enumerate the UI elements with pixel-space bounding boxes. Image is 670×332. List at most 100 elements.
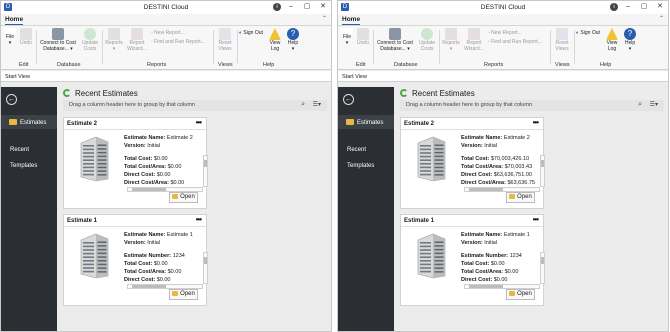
field-label: Estimate Name: — [124, 135, 166, 141]
update-costs-button[interactable]: Update Costs — [79, 28, 101, 52]
field-label: Total Cost/Area: — [124, 164, 167, 170]
reset-views-button[interactable]: Reset Views — [214, 28, 236, 52]
undo-button[interactable]: Undo — [17, 28, 35, 47]
vertical-scrollbar[interactable] — [203, 252, 208, 284]
field-value: $63,636.75 — [507, 180, 535, 186]
connect-database-button[interactable]: Connect to Cost Database... ▾ — [374, 28, 416, 52]
tab-home[interactable]: Home — [342, 16, 361, 25]
vertical-scrollbar[interactable] — [540, 252, 545, 284]
tab-home[interactable]: Home — [5, 16, 24, 25]
main-panel: Recent Estimates Drag a column header he… — [396, 87, 668, 331]
nav-estimates[interactable]: Estimates — [9, 119, 46, 126]
find-run-report-button[interactable]: ▫ Find and Run Report... — [488, 39, 542, 45]
report-wizard-button[interactable]: Report Wizard... — [125, 28, 149, 52]
group-by-bar[interactable]: Drag a column header here to group by th… — [63, 100, 327, 111]
view-log-button[interactable]: View Log — [604, 28, 620, 52]
card-menu-button[interactable]: ••• — [533, 215, 539, 224]
back-arrow-icon[interactable]: ← — [6, 94, 17, 105]
view-options-icon[interactable]: ☰▾ — [650, 101, 658, 108]
open-button[interactable]: Open — [506, 289, 535, 300]
field-label: Estimate Number: — [461, 253, 509, 259]
report-wizard-button[interactable]: Report Wizard... — [462, 28, 486, 52]
nav-estimates[interactable]: Estimates — [346, 119, 383, 126]
nav-recent[interactable]: Recent — [10, 147, 29, 153]
nav-recent[interactable]: Recent — [347, 147, 366, 153]
field-label: Estimate Number: — [124, 253, 172, 259]
maximize-button[interactable]: ▢ — [301, 2, 313, 12]
field-value: Initial — [147, 143, 161, 149]
refresh-icon[interactable] — [400, 89, 408, 97]
ribbon: File ▾ Undo Connect to Cost Database... ▾… — [338, 26, 668, 70]
minimize-button[interactable]: – — [285, 2, 297, 12]
new-report-button[interactable]: ▫ New Report... — [488, 30, 522, 36]
minimize-button[interactable]: – — [622, 2, 634, 12]
folder-icon — [172, 194, 179, 199]
title-bar: D DESTINI Cloud i – ▢ ✕ — [1, 1, 331, 14]
field-label: Version: — [461, 143, 483, 149]
card-menu-button[interactable]: ••• — [196, 215, 202, 224]
reports-button[interactable]: Reports ▾ — [103, 28, 125, 52]
vertical-scrollbar[interactable] — [540, 155, 545, 187]
collapse-ribbon-icon[interactable]: ⌃ — [322, 15, 327, 22]
group-hint: Drag a column header here to group by th… — [406, 102, 532, 108]
field-value: $0.00 — [167, 164, 182, 170]
group-by-bar[interactable]: Drag a column header here to group by th… — [400, 100, 664, 111]
card-title: Estimate 1 — [67, 218, 98, 224]
sign-out-button[interactable]: ◐ Sign Out — [576, 30, 600, 36]
field-label: Direct Cost/Area: — [124, 180, 169, 186]
open-button[interactable]: Open — [506, 192, 535, 203]
close-button[interactable]: ✕ — [654, 2, 666, 12]
estimate-card[interactable]: Estimate 2 ••• Estimate Name: Estimate 2… — [63, 117, 208, 209]
help-button[interactable]: ? Help ▾ — [285, 28, 301, 52]
search-icon[interactable]: ⌕ — [301, 101, 305, 109]
building-icon — [417, 136, 446, 182]
connect-database-button[interactable]: Connect to Cost Database... ▾ — [37, 28, 79, 52]
vertical-scrollbar[interactable] — [203, 155, 208, 187]
field-label: Version: — [124, 143, 146, 149]
new-report-button[interactable]: ▫ New Report... — [151, 30, 185, 36]
open-button[interactable]: Open — [169, 289, 198, 300]
reset-views-button[interactable]: Reset Views — [551, 28, 573, 52]
estimate-card[interactable]: Estimate 1 ••• Estimate Name: Estimate 1… — [400, 214, 545, 306]
divider — [64, 129, 206, 130]
group-edit-label: Edit — [356, 62, 366, 68]
card-menu-button[interactable]: ••• — [533, 118, 539, 127]
estimate-card[interactable]: Estimate 1 ••• Estimate Name: Estimate 1… — [63, 214, 208, 306]
field-value: $0.00 — [170, 180, 185, 186]
recent-estimates-header: Recent Estimates — [400, 89, 475, 98]
field-value: $70,003,426.10 — [490, 156, 530, 162]
undo-button[interactable]: Undo — [354, 28, 372, 47]
close-button[interactable]: ✕ — [317, 2, 329, 12]
group-hint: Drag a column header here to group by th… — [69, 102, 195, 108]
report-icon — [445, 28, 457, 40]
group-database-label: Database — [394, 62, 418, 68]
card-menu-button[interactable]: ••• — [196, 118, 202, 127]
info-icon[interactable]: i — [273, 3, 281, 11]
collapse-ribbon-icon[interactable]: ⌃ — [659, 15, 664, 22]
maximize-button[interactable]: ▢ — [638, 2, 650, 12]
open-button[interactable]: Open — [169, 192, 198, 203]
refresh-icon[interactable] — [63, 89, 71, 97]
back-arrow-icon[interactable]: ← — [343, 94, 354, 105]
sign-out-button[interactable]: ◐ Sign Out — [239, 30, 263, 36]
estimate-card[interactable]: Estimate 2 ••• Estimate Name: Estimate 2… — [400, 117, 545, 209]
recent-estimates-header: Recent Estimates — [63, 89, 138, 98]
field-value: $70,003.43 — [504, 164, 533, 170]
find-run-report-button[interactable]: ▫ Find and Run Report... — [151, 39, 205, 45]
update-costs-button[interactable]: Update Costs — [416, 28, 438, 52]
search-icon[interactable]: ⌕ — [638, 101, 642, 109]
folder-icon — [509, 291, 516, 296]
view-log-button[interactable]: View Log — [267, 28, 283, 52]
view-options-icon[interactable]: ☰▾ — [313, 101, 321, 108]
field-label: Estimate Name: — [461, 135, 503, 141]
nav-templates[interactable]: Templates — [347, 163, 374, 169]
field-value: $63,636,751.00 — [493, 172, 532, 178]
nav-templates[interactable]: Templates — [10, 163, 37, 169]
start-view-tab[interactable]: Start View — [338, 71, 668, 82]
file-button[interactable]: File ▾ — [340, 28, 354, 46]
help-button[interactable]: ? Help ▾ — [622, 28, 638, 52]
info-icon[interactable]: i — [610, 3, 618, 11]
file-button[interactable]: File ▾ — [3, 28, 17, 46]
start-view-tab[interactable]: Start View — [1, 71, 331, 82]
reports-button[interactable]: Reports ▾ — [440, 28, 462, 52]
